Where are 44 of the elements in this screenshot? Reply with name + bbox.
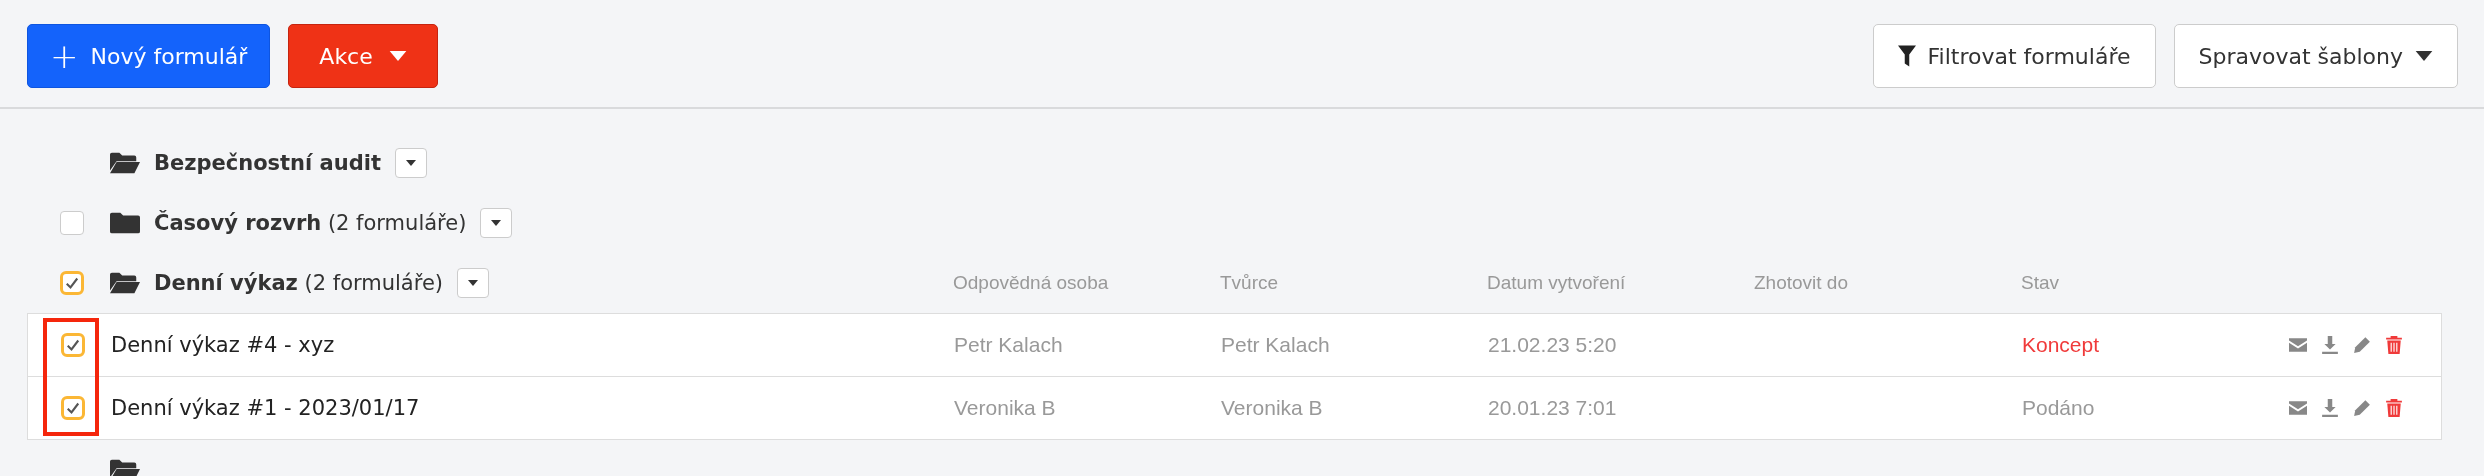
column-header: Odpovědná osoba	[953, 272, 1110, 294]
form-name[interactable]: Denní výkaz #1 - 2023/01/17	[111, 396, 954, 420]
pencil-icon[interactable]	[2353, 399, 2371, 417]
envelope-icon[interactable]	[2289, 336, 2307, 354]
caret-icon	[405, 160, 416, 166]
caret-icon	[2415, 51, 2433, 61]
download-icon[interactable]	[2321, 336, 2339, 354]
status-label: Podáno	[2022, 396, 2096, 420]
table-cell-text: Petr Kalach	[954, 333, 1064, 357]
templates-dropdown[interactable]: Spravovat šablony	[2173, 24, 2458, 88]
column-header: Zhotovit do	[1754, 272, 1849, 294]
open-folder-icon	[110, 459, 140, 476]
trash-icon[interactable]	[2385, 336, 2403, 354]
group-title: Denní výkaz (2 formuláře)	[154, 271, 443, 295]
column-header: Tvůrce	[1220, 272, 1280, 294]
column-header: Stav	[2021, 272, 2061, 294]
caret-icon	[468, 280, 478, 286]
caret-icon	[491, 220, 502, 226]
form-name[interactable]: Denní výkaz #4 - xyz	[111, 333, 954, 357]
pencil-icon[interactable]	[2353, 336, 2371, 354]
trash-icon[interactable]	[2385, 399, 2403, 417]
status-label: Koncept	[2022, 333, 2101, 357]
column-header: Datum vytvoření	[1487, 272, 1627, 294]
filter-icon	[1897, 45, 1916, 67]
filter-button[interactable]: Filtrovat formuláře	[1872, 24, 2156, 88]
checkbox[interactable]	[59, 211, 84, 235]
new-form-button[interactable]: + Nový formulář	[27, 24, 271, 88]
table-cell-text: Veronika B	[954, 396, 1057, 420]
table-cell-text: Petr Kalach	[1221, 333, 1331, 357]
group-menu-button[interactable]	[457, 268, 489, 298]
checkbox[interactable]	[59, 271, 84, 295]
group-title: Bezpečnostní audit	[154, 151, 381, 175]
group-menu-button[interactable]	[480, 208, 513, 238]
caret-icon	[388, 51, 407, 61]
table-cell-text: 20.01.23 7:01	[1488, 396, 1618, 420]
download-icon[interactable]	[2321, 399, 2339, 417]
actions-button[interactable]: Akce	[288, 24, 438, 88]
group-title: Časový rozvrh (2 formuláře)	[154, 211, 467, 235]
checkbox[interactable]	[60, 333, 85, 357]
checkbox[interactable]	[60, 396, 85, 420]
group-menu-button[interactable]	[394, 148, 427, 178]
envelope-icon[interactable]	[2289, 399, 2307, 417]
table-cell-text: Veronika B	[1221, 396, 1324, 420]
table-cell-text: 21.02.23 5:20	[1488, 333, 1618, 357]
